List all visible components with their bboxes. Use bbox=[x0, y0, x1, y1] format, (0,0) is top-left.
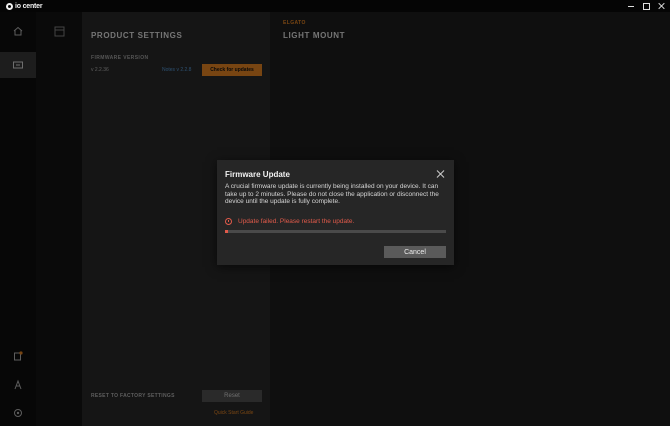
error-text: Update failed. Please restart the update… bbox=[238, 218, 355, 225]
firmware-update-dialog: Firmware Update A crucial firmware updat… bbox=[217, 160, 454, 265]
dialog-title: Firmware Update bbox=[225, 170, 290, 179]
maximize-button[interactable] bbox=[639, 0, 653, 12]
maximize-icon bbox=[642, 2, 650, 10]
close-dialog-icon[interactable] bbox=[435, 169, 445, 179]
logo-icon bbox=[6, 2, 13, 10]
close-icon bbox=[657, 2, 665, 10]
cancel-button[interactable]: Cancel bbox=[384, 246, 446, 258]
app-title: io center bbox=[15, 2, 43, 10]
progress-fill bbox=[225, 230, 229, 233]
minimize-button[interactable] bbox=[624, 0, 638, 12]
progress-bar bbox=[225, 230, 446, 233]
title-bar: io center bbox=[0, 0, 670, 12]
error-message: Update failed. Please restart the update… bbox=[225, 218, 354, 225]
minimize-icon bbox=[628, 5, 634, 7]
dialog-message: A crucial firmware update is currently b… bbox=[225, 183, 439, 205]
error-icon bbox=[225, 218, 232, 225]
close-window-button[interactable] bbox=[654, 0, 668, 12]
app-logo: io center bbox=[6, 1, 43, 11]
